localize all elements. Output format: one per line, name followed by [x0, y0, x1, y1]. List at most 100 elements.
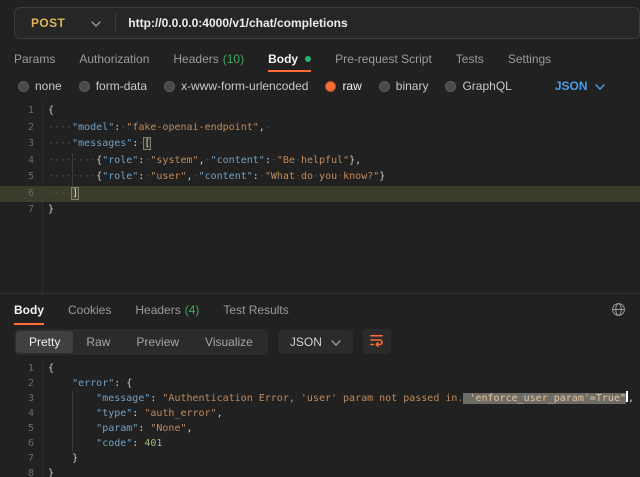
- token: [48, 438, 96, 449]
- line-content: "error": {: [34, 376, 132, 391]
- body-type-form-data[interactable]: form-data: [79, 79, 147, 93]
- line-number: 6: [0, 436, 34, 451]
- token: ····: [48, 122, 72, 133]
- radio-icon: [18, 81, 29, 92]
- token: "role": [102, 155, 138, 166]
- token: }: [48, 204, 54, 215]
- view-preview-button[interactable]: Preview: [123, 331, 192, 353]
- chevron-down-icon: [595, 79, 605, 93]
- token: [48, 408, 96, 419]
- tab-label: Tests: [456, 52, 484, 66]
- code-line-3[interactable]: 3····"messages":·[: [0, 136, 640, 153]
- token: "fake-openai-endpoint": [126, 122, 258, 133]
- request-tab-headers[interactable]: Headers (10): [173, 46, 244, 72]
- line-number: 5: [0, 169, 34, 186]
- token: ········: [48, 155, 96, 166]
- line-number: 6: [0, 186, 34, 203]
- code-line-6[interactable]: 6 ····]: [0, 186, 640, 203]
- token: {: [48, 363, 54, 374]
- body-type-binary[interactable]: binary: [379, 79, 429, 93]
- wrap-text-button[interactable]: [363, 329, 391, 354]
- line-content: "param": "None",: [34, 421, 193, 436]
- radio-label: GraphQL: [462, 79, 511, 93]
- line-content: }: [34, 451, 78, 466]
- request-tab-pre-request-script[interactable]: Pre-request Script: [335, 46, 432, 72]
- response-format-select[interactable]: JSON: [278, 330, 353, 354]
- request-bar: POST http://0.0.0.0:4000/v1/chat/complet…: [0, 0, 640, 46]
- line-content: "code": 401: [34, 436, 162, 451]
- request-tab-settings[interactable]: Settings: [508, 46, 551, 72]
- wrap-text-icon: [369, 333, 384, 350]
- token: "Authentication Error, 'user' param not …: [162, 393, 463, 404]
- view-visualize-button[interactable]: Visualize: [192, 331, 266, 353]
- token: ····: [48, 188, 72, 199]
- token: :: [150, 393, 162, 404]
- tab-count-badge: (10): [223, 52, 244, 66]
- radio-icon: [379, 81, 390, 92]
- token: [48, 378, 72, 389]
- token: {: [48, 105, 54, 116]
- token: do: [301, 171, 313, 182]
- request-tab-authorization[interactable]: Authorization: [79, 46, 149, 72]
- tab-label: Authorization: [79, 52, 149, 66]
- code-line-3[interactable]: 3 "message": "Authentication Error, 'use…: [0, 391, 640, 406]
- token: "code": [96, 438, 132, 449]
- token: :: [132, 408, 144, 419]
- line-number: 1: [0, 103, 34, 120]
- code-line-2[interactable]: 2 "error": {: [0, 376, 640, 391]
- code-line-4[interactable]: 4 "type": "auth_error",: [0, 406, 640, 421]
- radio-icon: [325, 81, 336, 92]
- radio-label: binary: [396, 79, 429, 93]
- response-tab-body[interactable]: Body: [14, 294, 44, 325]
- line-number: 5: [0, 421, 34, 436]
- response-tab-cookies[interactable]: Cookies: [68, 294, 111, 325]
- code-line-6[interactable]: 6 "code": 401: [0, 436, 640, 451]
- token: "role": [102, 171, 138, 182]
- token: [: [143, 137, 151, 150]
- code-line-2[interactable]: 2····"model":·"fake-openai-endpoint",·: [0, 120, 640, 137]
- tab-label: Pre-request Script: [335, 52, 432, 66]
- token: know?": [343, 171, 379, 182]
- token: helpful": [301, 155, 349, 166]
- url-input[interactable]: http://0.0.0.0:4000/v1/chat/completions: [116, 16, 347, 30]
- code-line-8[interactable]: 8}: [0, 466, 640, 477]
- line-number: 7: [0, 451, 34, 466]
- code-line-1[interactable]: 1{: [0, 103, 640, 120]
- line-number: 8: [0, 466, 34, 477]
- request-tab-body[interactable]: Body: [268, 46, 311, 72]
- view-pretty-button[interactable]: Pretty: [16, 331, 73, 353]
- request-tab-params[interactable]: Params: [14, 46, 55, 72]
- request-tab-tests[interactable]: Tests: [456, 46, 484, 72]
- token: ,: [187, 423, 193, 434]
- raw-language-select[interactable]: JSON: [555, 79, 605, 93]
- token: 'enforce_user_param'=True": [463, 393, 626, 404]
- token: :: [132, 438, 144, 449]
- tab-label: Body: [268, 52, 298, 66]
- code-line-7[interactable]: 7}: [0, 202, 640, 219]
- tab-label: Headers: [173, 52, 218, 66]
- tab-label: Settings: [508, 52, 551, 66]
- code-line-5[interactable]: 5········{"role":·"user",·"content":·"Wh…: [0, 169, 640, 186]
- token: }: [48, 453, 78, 464]
- line-number: 2: [0, 376, 34, 391]
- code-line-5[interactable]: 5 "param": "None",: [0, 421, 640, 436]
- response-tab-test-results[interactable]: Test Results: [223, 294, 288, 325]
- token: ]: [71, 187, 79, 200]
- token: ·: [265, 122, 271, 133]
- body-type-none[interactable]: none: [18, 79, 62, 93]
- body-type-x-www-form-urlencoded[interactable]: x-www-form-urlencoded: [164, 79, 308, 93]
- method-selector[interactable]: POST: [15, 16, 115, 30]
- body-type-graphql[interactable]: GraphQL: [445, 79, 511, 93]
- network-globe-icon[interactable]: [611, 302, 626, 317]
- code-line-4[interactable]: 4········{"role":·"system",·"content":·"…: [0, 153, 640, 170]
- code-line-7[interactable]: 7 }: [0, 451, 640, 466]
- view-raw-button[interactable]: Raw: [73, 331, 123, 353]
- token: }: [379, 171, 385, 182]
- token: [48, 393, 96, 404]
- request-body-editor[interactable]: 1{2····"model":·"fake-openai-endpoint",·…: [0, 100, 640, 293]
- code-line-1[interactable]: 1{: [0, 361, 640, 376]
- response-body-viewer[interactable]: 1{2 "error": {3 "message": "Authenticati…: [0, 358, 640, 477]
- response-tab-headers[interactable]: Headers(4): [135, 294, 199, 325]
- radio-icon: [164, 81, 175, 92]
- body-type-raw[interactable]: raw: [325, 79, 361, 93]
